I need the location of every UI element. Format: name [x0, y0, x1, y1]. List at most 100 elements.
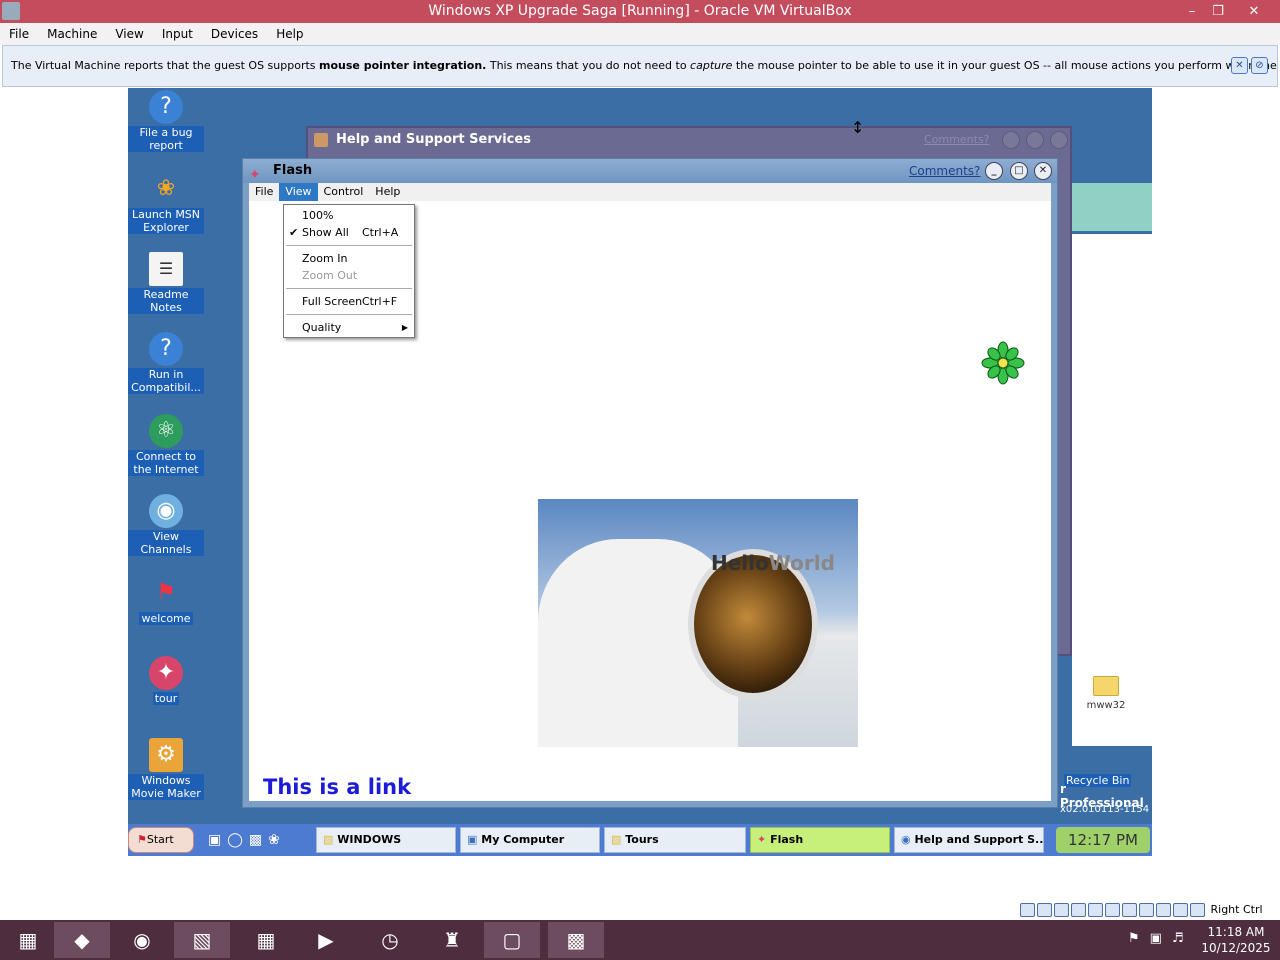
flash-menu-help[interactable]: Help — [369, 183, 406, 201]
help-icon: ◉ — [901, 833, 911, 846]
menu-item-100-percent[interactable]: 100% — [284, 207, 414, 224]
flash-menu-file[interactable]: File — [249, 183, 279, 201]
desktop-icon-readme[interactable]: ☰ Readme Notes — [128, 252, 204, 314]
desktop-icon-movie-maker[interactable]: ⚙ Windows Movie Maker — [128, 738, 204, 800]
folder-icon: ▧ — [323, 833, 334, 846]
menu-item-show-all[interactable]: ✔ Show All Ctrl+A — [284, 224, 414, 241]
windows-start-icon[interactable]: ▦ — [0, 922, 56, 958]
taskbar-alarm-icon[interactable]: ◷ — [362, 922, 418, 958]
menu-item-quality[interactable]: Quality ▶ — [284, 319, 414, 336]
internet-explorer-icon[interactable]: ◯ — [227, 832, 249, 848]
flash-close-icon[interactable]: ✕ — [1034, 162, 1052, 180]
host-taskbar: ▦ ◆ ◉ ▧ ▦ ▶ ◷ ♜ ▢ ▩ ⚑▣♬ 11:18 AM 10/12/2… — [0, 920, 1280, 960]
flash-comments-link[interactable]: Comments? — [909, 159, 980, 183]
cpu-icon[interactable] — [1156, 903, 1171, 917]
keyboard-icon[interactable] — [1190, 903, 1205, 917]
shared-folder-icon[interactable] — [1105, 903, 1120, 917]
hard-disk-icon[interactable] — [1020, 903, 1035, 917]
restore-icon[interactable]: ❐ — [1205, 0, 1231, 23]
notes-icon: ☰ — [149, 252, 183, 286]
taskbar-item-windows[interactable]: ▧ WINDOWS — [316, 827, 456, 853]
channels-icon: ◉ — [149, 494, 183, 528]
folder-icon — [1093, 676, 1119, 696]
help-close-icon[interactable] — [1050, 131, 1068, 149]
guest-screen[interactable]: ? File a bug report ❀ Launch MSN Explore… — [128, 88, 1152, 856]
taskbar-store-icon[interactable]: ▦ — [238, 922, 294, 958]
help-window-title-bar[interactable]: Help and Support Services Comments? — [308, 128, 1070, 152]
taskbar-game-icon[interactable]: ♜ — [424, 922, 480, 958]
taskbar-browser-icon[interactable]: ◉ — [114, 922, 170, 958]
desktop-icon-mww32[interactable]: mww32 — [1074, 676, 1138, 711]
taskbar-media-icon[interactable]: ▶ — [298, 922, 354, 958]
start-button[interactable]: ⚑Start — [128, 827, 194, 853]
host-tray: ⚑▣♬ — [1128, 931, 1194, 946]
tray-network-icon[interactable]: ▣ — [1150, 931, 1172, 946]
connect-icon: ⚛ — [149, 414, 183, 448]
display-icon[interactable] — [1122, 903, 1137, 917]
close-icon[interactable]: ✕ — [1241, 0, 1267, 23]
host-menu-devices[interactable]: Devices — [202, 23, 267, 45]
host-menu-input[interactable]: Input — [153, 23, 202, 45]
notice-close-icon[interactable]: ✕ — [1231, 57, 1248, 74]
flash-menu-bar: File View Control Help — [249, 183, 1051, 201]
desktop-icon-tour[interactable]: ✦ tour — [128, 656, 204, 705]
host-clock[interactable]: 11:18 AM 10/12/2025 — [1196, 924, 1276, 956]
taskbar-virtualbox-icon[interactable]: ▢ — [484, 922, 540, 958]
start-label: Start — [146, 833, 174, 846]
help-maximize-icon[interactable] — [1026, 131, 1044, 149]
windows-flag-icon: ⚑ — [137, 833, 147, 846]
flag-icon[interactable]: ⚑ — [1128, 931, 1150, 946]
help-minimize-icon[interactable] — [1002, 131, 1020, 149]
menu-item-zoom-in[interactable]: Zoom In — [284, 250, 414, 267]
optical-drive-icon[interactable] — [1037, 903, 1052, 917]
notice-mute-icon[interactable]: ⊘ — [1251, 57, 1268, 74]
taskbar-item-help-support[interactable]: ◉ Help and Support S... — [894, 827, 1044, 853]
msn-icon[interactable]: ❀ — [268, 832, 286, 848]
flash-menu-view[interactable]: View — [279, 183, 318, 201]
taskbar-explorer-icon[interactable]: ▧ — [174, 922, 230, 958]
host-menu-file[interactable]: File — [0, 23, 38, 45]
desktop-icon-compat[interactable]: ? Run in Compatibil... — [128, 332, 204, 394]
usb-icon[interactable] — [1088, 903, 1103, 917]
host-menu-view[interactable]: View — [106, 23, 152, 45]
host-menu-help[interactable]: Help — [267, 23, 312, 45]
show-desktop-icon[interactable]: ▣ — [208, 832, 227, 848]
msn-butterfly-icon: ❀ — [156, 176, 176, 201]
mouse-integration-icon[interactable] — [1173, 903, 1188, 917]
desktop-icon-channels[interactable]: ◉ View Channels — [128, 494, 204, 556]
flash-window-title-bar[interactable]: ✦ Flash Comments? _ □ ✕ — [243, 159, 1057, 183]
view-dropdown-menu: 100% ✔ Show All Ctrl+A Zoom In Zoom Out Fu… — [283, 204, 415, 338]
help-comments-link[interactable]: Comments? — [924, 128, 989, 152]
menu-item-full-screen[interactable]: Full Screen Ctrl+F — [284, 293, 414, 310]
taskbar-item-tours[interactable]: ▧ Tours — [604, 827, 746, 853]
hello-text: Hello — [711, 551, 769, 575]
network-icon[interactable] — [1071, 903, 1086, 917]
flash-maximize-icon[interactable]: □ — [1010, 162, 1028, 180]
guest-clock[interactable]: 12:17 PM — [1056, 827, 1150, 853]
flash-menu-control[interactable]: Control — [318, 183, 370, 201]
taskbar-item-my-computer[interactable]: ▣ My Computer — [460, 827, 600, 853]
desktop-icon-connect[interactable]: ⚛ Connect to the Internet — [128, 414, 204, 476]
flash-minimize-icon[interactable]: _ — [985, 162, 1003, 180]
menu-item-zoom-out: Zoom Out — [284, 267, 414, 284]
desktop-icon-msn[interactable]: ❀ Launch MSN Explorer — [128, 172, 204, 234]
speaker-muted-icon[interactable]: ♬ — [1172, 931, 1194, 946]
help-icon: ? — [149, 332, 183, 366]
media-player-icon[interactable]: ▩ — [249, 832, 268, 848]
audio-icon[interactable] — [1054, 903, 1069, 917]
flash-link[interactable]: This is a link — [263, 775, 411, 799]
host-menu-machine[interactable]: Machine — [38, 23, 106, 45]
taskbar-network-app-icon[interactable]: ▩ — [548, 922, 604, 958]
taskbar-item-flash[interactable]: ✦ Flash — [750, 827, 890, 853]
desktop-icon-file-bug[interactable]: ? File a bug report — [128, 90, 204, 152]
computer-icon: ▣ — [467, 833, 478, 846]
minimize-icon[interactable]: – — [1179, 0, 1205, 23]
mouse-integration-notice: The Virtual Machine reports that the gue… — [2, 45, 1278, 87]
desktop-icon-label: tour — [152, 692, 180, 705]
folder-label: mww32 — [1086, 700, 1126, 711]
recording-icon[interactable] — [1139, 903, 1154, 917]
desktop-icon-welcome[interactable]: ⚑ welcome — [128, 576, 204, 625]
help-icon: ? — [149, 90, 183, 124]
taskbar-app-red-icon[interactable]: ◆ — [54, 922, 110, 958]
desktop-icon-label: Windows Movie Maker — [128, 774, 204, 800]
